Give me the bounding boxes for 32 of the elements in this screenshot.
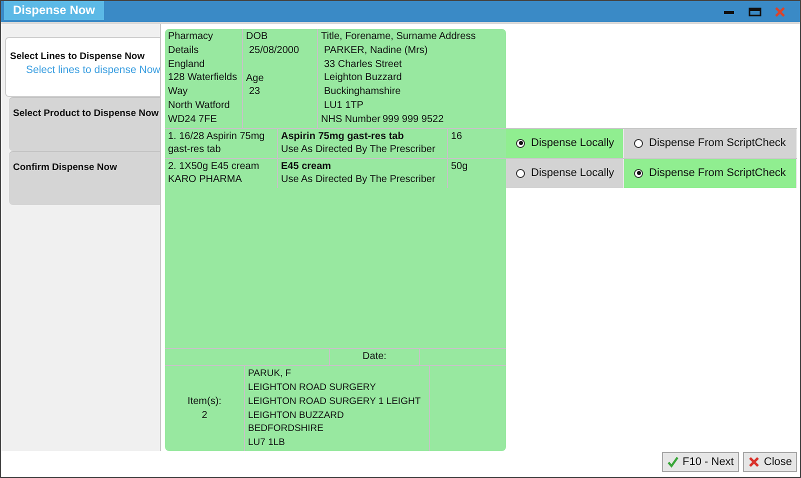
next-button[interactable]: F10 - Next — [662, 452, 739, 472]
step-title: Select Lines to Dispense Now — [10, 51, 146, 62]
patient-address: PARKER, Nadine (Mrs) 33 Charles Street Leighton Buzzard Buckinghamshire LU1 1TP — [324, 44, 428, 113]
product-name: Aspirin 75mg gast-res tab — [281, 130, 404, 144]
address-label: Title, Forename, Surname Address — [321, 30, 476, 44]
items-label: Item(s): — [188, 394, 222, 409]
nhs-number: 999 999 9522 — [382, 112, 444, 127]
dosage-directions: Use As Directed By The Prescriber — [281, 173, 436, 188]
items-count: 2 — [202, 408, 208, 422]
dispense-option[interactable]: Dispense From ScriptCheck — [624, 128, 797, 158]
dispense-option[interactable]: Dispense From ScriptCheck — [624, 158, 797, 188]
window-title: Dispense Now — [4, 1, 104, 20]
quantity: 16 — [450, 130, 464, 144]
age-label: Age — [246, 72, 264, 86]
pharmacy-details: Pharmacy Details England 128 Waterfields Way North Watford WD24 7FE — [165, 29, 243, 128]
wizard-step-panel[interactable]: Select Lines to Dispense Now Select lines to dispense Now — [5, 37, 160, 97]
close-button[interactable]: Close — [742, 452, 797, 472]
age-value: 23 — [249, 85, 260, 100]
quantity: 50g — [450, 160, 469, 174]
dob-label: DOB — [246, 30, 268, 44]
dob-value: 25/08/2000 — [249, 44, 300, 58]
prescriber-address: PARUK, F LEIGHTON ROAD SURGERY LEIGHTON ROAD SURGERY 1 LEIGHT LEIGHTON BUZZARD BEDFORDSHIRE LU7 1LB — [245, 366, 430, 451]
date-label: Date: — [330, 349, 420, 366]
item-description: 2. 1X50g E45 cream KARO PHARMA — [165, 158, 278, 188]
nhs-label: NHS Number — [321, 112, 380, 127]
wizard-step[interactable]: Select Product to Dispense Now — [9, 97, 160, 151]
product-name: E45 cream — [281, 160, 332, 174]
dispense-option[interactable]: Dispense Locally — [506, 158, 624, 188]
dosage-directions: Use As Directed By The Prescriber — [281, 143, 436, 158]
item-description: 1. 16/28 Aspirin 75mg gast-res tab — [165, 128, 278, 158]
wizard-step[interactable]: Confirm Dispense Now — [9, 151, 160, 205]
dispense-option[interactable]: Dispense Locally — [506, 128, 624, 158]
